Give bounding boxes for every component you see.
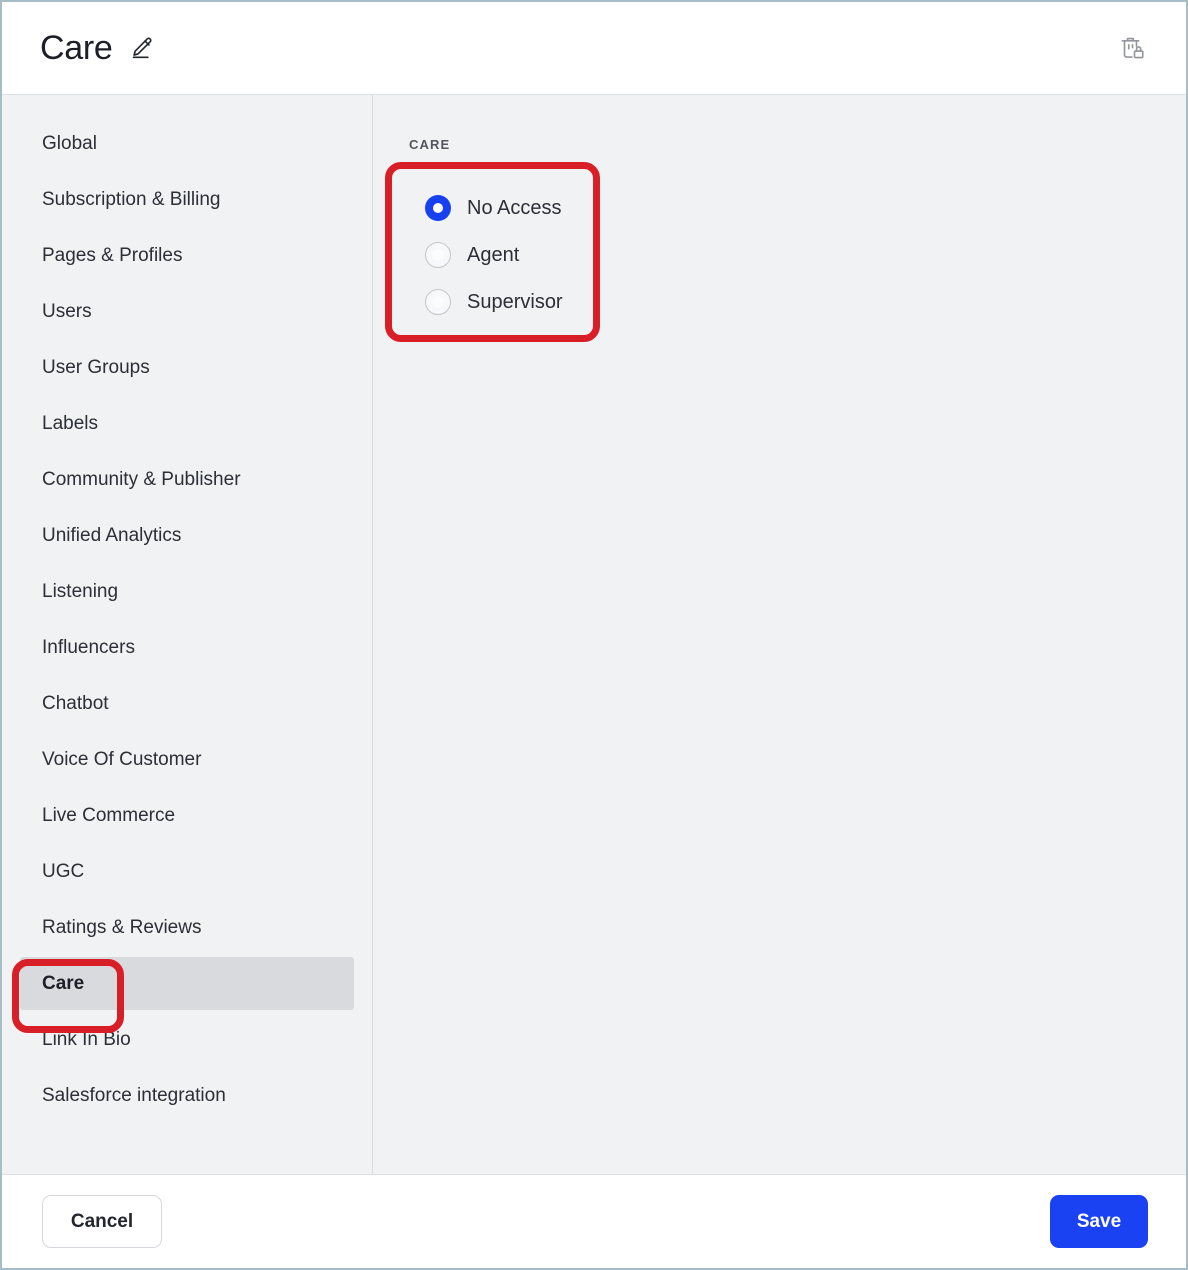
sidebar-item-voice-of-customer[interactable]: Voice Of Customer [20, 733, 354, 786]
sidebar-item-label: Unified Analytics [42, 525, 181, 547]
sidebar-item-global[interactable]: Global [20, 117, 354, 170]
sidebar-item-community-publisher[interactable]: Community & Publisher [20, 453, 354, 506]
sidebar-item-label: Influencers [42, 637, 135, 659]
section-label-care: CARE [409, 137, 1186, 152]
radio-option-agent[interactable]: Agent [409, 231, 603, 278]
trash-locked-icon[interactable] [1116, 31, 1150, 65]
window-body: Global Subscription & Billing Pages & Pr… [2, 95, 1186, 1174]
sidebar-item-label: Global [42, 133, 97, 155]
radio-selected-icon[interactable] [425, 195, 451, 221]
sidebar-item-label: User Groups [42, 357, 150, 379]
sidebar-item-label: Link In Bio [42, 1029, 131, 1051]
radio-unselected-icon[interactable] [425, 289, 451, 315]
radio-option-label: No Access [467, 198, 561, 218]
sidebar-item-label: Users [42, 301, 92, 323]
sidebar-item-chatbot[interactable]: Chatbot [20, 677, 354, 730]
sidebar-item-ugc[interactable]: UGC [20, 845, 354, 898]
sidebar-item-label: Subscription & Billing [42, 189, 220, 211]
save-button[interactable]: Save [1050, 1195, 1148, 1248]
sidebar-item-unified-analytics[interactable]: Unified Analytics [20, 509, 354, 562]
sidebar-item-influencers[interactable]: Influencers [20, 621, 354, 674]
sidebar-item-label: Care [42, 973, 84, 995]
sidebar-item-label: Salesforce integration [42, 1085, 226, 1107]
radio-option-label: Agent [467, 245, 519, 265]
radio-unselected-icon[interactable] [425, 242, 451, 268]
sidebar-item-users[interactable]: Users [20, 285, 354, 338]
sidebar-item-salesforce-integration[interactable]: Salesforce integration [20, 1069, 354, 1122]
sidebar-item-pages-profiles[interactable]: Pages & Profiles [20, 229, 354, 282]
sidebar-item-label: Labels [42, 413, 98, 435]
care-permission-radio-group: No Access Agent Supervisor [409, 170, 603, 337]
sidebar-item-listening[interactable]: Listening [20, 565, 354, 618]
sidebar-item-labels[interactable]: Labels [20, 397, 354, 450]
header-title-group: Care [40, 31, 157, 65]
sidebar-item-label: Listening [42, 581, 118, 603]
sidebar-item-care[interactable]: Care [20, 957, 354, 1010]
header-actions [1116, 31, 1150, 65]
page-title: Care [40, 31, 113, 65]
permissions-editor-window: Care [0, 0, 1188, 1270]
sidebar-item-label: Live Commerce [42, 805, 175, 827]
radio-option-supervisor[interactable]: Supervisor [409, 278, 603, 325]
sidebar-item-label: Voice Of Customer [42, 749, 201, 771]
pencil-icon[interactable] [127, 33, 157, 63]
radio-option-no-access[interactable]: No Access [409, 184, 603, 231]
sidebar-item-label: Pages & Profiles [42, 245, 182, 267]
sidebar-item-label: Chatbot [42, 693, 109, 715]
sidebar-item-subscription-billing[interactable]: Subscription & Billing [20, 173, 354, 226]
sidebar-item-label: Ratings & Reviews [42, 917, 201, 939]
sidebar-item-label: UGC [42, 861, 84, 883]
sidebar-item-ratings-reviews[interactable]: Ratings & Reviews [20, 901, 354, 954]
sidebar-item-live-commerce[interactable]: Live Commerce [20, 789, 354, 842]
window-footer: Cancel Save [2, 1174, 1186, 1268]
window-header: Care [2, 2, 1186, 95]
cancel-button[interactable]: Cancel [42, 1195, 162, 1248]
radio-option-label: Supervisor [467, 292, 563, 312]
settings-sidebar: Global Subscription & Billing Pages & Pr… [2, 95, 373, 1174]
sidebar-item-link-in-bio[interactable]: Link In Bio [20, 1013, 354, 1066]
sidebar-item-user-groups[interactable]: User Groups [20, 341, 354, 394]
sidebar-item-label: Community & Publisher [42, 469, 241, 491]
permissions-panel: CARE No Access Agent Supervisor [373, 95, 1186, 1174]
